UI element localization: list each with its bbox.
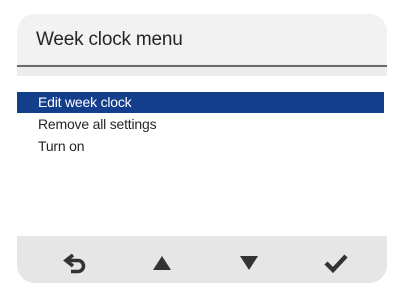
menu-item-label: Turn on [38, 138, 85, 154]
menu-item-turn-on[interactable]: Turn on [17, 136, 384, 157]
week-clock-screen: Week clock menu Edit week clock Remove a… [17, 14, 387, 283]
page-title: Week clock menu [36, 29, 183, 50]
down-arrow-icon [238, 254, 260, 272]
menu-item-edit-week-clock[interactable]: Edit week clock [17, 92, 384, 113]
title-divider [17, 65, 387, 67]
down-button[interactable] [227, 241, 271, 283]
menu-list: Edit week clock Remove all settings Turn… [17, 76, 387, 236]
title-bar: Week clock menu [17, 14, 387, 64]
up-arrow-icon [151, 254, 173, 272]
back-button[interactable] [54, 241, 98, 283]
menu-item-label: Remove all settings [38, 116, 157, 132]
confirm-button[interactable] [314, 241, 358, 283]
menu-item-label: Edit week clock [38, 94, 132, 110]
checkmark-icon [323, 252, 349, 274]
back-arrow-icon [63, 252, 89, 274]
menu-item-remove-all-settings[interactable]: Remove all settings [17, 114, 384, 135]
navigation-bar [17, 236, 387, 283]
up-button[interactable] [140, 241, 184, 283]
